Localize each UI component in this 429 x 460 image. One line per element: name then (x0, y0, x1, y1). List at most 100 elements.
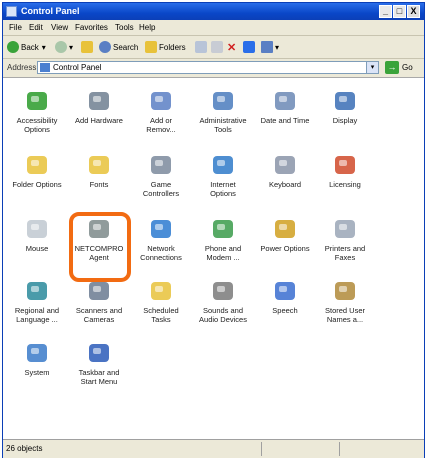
date-time-icon (272, 88, 298, 114)
item-label: Fonts (89, 180, 109, 189)
item-label: Power Options (260, 244, 310, 253)
back-arrow-icon (7, 41, 19, 53)
item-label: Licensing (329, 180, 361, 189)
toolbar: Back ▾ ▾ Search Folders ✕ ▾ (3, 36, 424, 59)
control-panel-item[interactable]: Printers and Faxes (315, 216, 375, 262)
folders-button[interactable]: Folders (145, 40, 186, 54)
back-button[interactable]: Back ▾ (7, 40, 46, 54)
control-panel-item[interactable]: System (7, 340, 67, 377)
copy-to-button[interactable] (211, 40, 225, 54)
control-panel-item[interactable]: Accessibility Options (7, 88, 67, 134)
control-panel-item[interactable]: Add Hardware (69, 88, 129, 125)
menu-tools[interactable]: Tools (115, 23, 134, 32)
undo-icon (243, 41, 255, 53)
control-panel-item[interactable]: Scanners and Cameras (69, 278, 129, 324)
control-panel-item[interactable]: Mouse (7, 216, 67, 253)
move-to-button[interactable] (195, 40, 209, 54)
control-panel-item[interactable]: Regional and Language ... (7, 278, 67, 324)
copy-to-icon (211, 41, 223, 53)
icon-view: Accessibility Options Add Hardware Add or … (3, 78, 424, 439)
address-dropdown-icon[interactable]: ▾ (366, 62, 378, 73)
item-label: Sounds and Audio Devices (199, 306, 247, 324)
item-label: Add or Remov... (146, 116, 176, 134)
address-field[interactable]: Control Panel ▾ (37, 61, 379, 74)
menu-bar: File Edit View Favorites Tools Help (3, 20, 424, 51)
fonts-icon (86, 152, 112, 178)
item-label: Keyboard (268, 180, 302, 189)
control-panel-item[interactable]: Scheduled Tasks (131, 278, 191, 324)
delete-icon: ✕ (227, 41, 237, 54)
item-label: Scanners and Cameras (75, 306, 123, 324)
system-icon (24, 340, 50, 366)
control-panel-item[interactable]: Phone and Modem ... (193, 216, 253, 262)
object-count: 26 objects (6, 444, 43, 453)
control-panel-item[interactable]: Internet Options (193, 152, 253, 198)
stored-user-names-icon (332, 278, 358, 304)
item-label: Speech (272, 306, 298, 315)
up-folder-icon (81, 41, 93, 53)
views-button[interactable]: ▾ (261, 40, 279, 54)
menu-view[interactable]: View (51, 23, 68, 32)
control-panel-item[interactable]: Display (315, 88, 375, 125)
move-to-icon (195, 41, 207, 53)
address-bar: Address Control Panel ▾ → Go (3, 59, 424, 78)
go-arrow-icon: → (385, 61, 399, 74)
search-label: Search (113, 42, 139, 52)
power-options-icon (272, 216, 298, 242)
minimize-button[interactable]: _ (379, 5, 392, 18)
control-panel-item[interactable]: Taskbar and Start Menu (69, 340, 129, 386)
item-label: System (24, 368, 50, 377)
menu-edit[interactable]: Edit (29, 23, 43, 32)
item-label: Mouse (25, 244, 49, 253)
back-dropdown-icon: ▾ (41, 42, 46, 52)
control-panel-item[interactable]: Stored User Names a... (315, 278, 375, 324)
control-panel-item[interactable]: Network Connections (131, 216, 191, 262)
menu-help[interactable]: Help (139, 23, 155, 32)
control-panel-item[interactable]: Speech (255, 278, 315, 315)
printers-faxes-icon (332, 216, 358, 242)
item-label: Accessibility Options (16, 116, 58, 134)
menu-file[interactable]: File (9, 23, 22, 32)
scheduled-tasks-icon (148, 278, 174, 304)
forward-dropdown-icon: ▾ (69, 42, 74, 52)
status-divider (261, 442, 262, 456)
control-panel-item[interactable]: Keyboard (255, 152, 315, 189)
control-panel-item[interactable]: Folder Options (7, 152, 67, 189)
highlight-box (69, 212, 131, 282)
delete-button[interactable]: ✕ (227, 40, 236, 54)
control-panel-item[interactable]: Sounds and Audio Devices (193, 278, 253, 324)
add-remove-programs-icon (148, 88, 174, 114)
item-label: Internet Options (210, 180, 236, 198)
search-icon (99, 41, 111, 53)
control-panel-item[interactable]: Add or Remov... (131, 88, 191, 134)
control-panel-folder-icon (40, 63, 50, 72)
close-button[interactable]: X (407, 5, 420, 18)
window-title: Control Panel (21, 6, 80, 16)
item-label: Scheduled Tasks (143, 306, 179, 324)
go-button[interactable]: → Go (385, 61, 413, 74)
control-panel-item[interactable]: Date and Time (255, 88, 315, 125)
forward-arrow-icon (55, 41, 67, 53)
control-panel-item[interactable]: Administrative Tools (193, 88, 253, 134)
item-label: Date and Time (260, 116, 310, 125)
control-panel-item[interactable]: Game Controllers (131, 152, 191, 198)
folders-icon (145, 41, 157, 53)
control-panel-window: Control Panel _ □ X File Edit View Favor… (2, 2, 425, 458)
internet-options-icon (210, 152, 236, 178)
undo-button[interactable] (243, 40, 257, 54)
status-bar: 26 objects (3, 439, 424, 458)
search-button[interactable]: Search (99, 40, 138, 54)
administrative-tools-icon (210, 88, 236, 114)
up-folder-button[interactable] (81, 40, 95, 54)
item-label: Display (332, 116, 358, 125)
display-icon (332, 88, 358, 114)
control-panel-item[interactable]: Licensing (315, 152, 375, 189)
mouse-icon (24, 216, 50, 242)
menu-favorites[interactable]: Favorites (75, 23, 108, 32)
back-label: Back (21, 42, 39, 52)
title-bar[interactable]: Control Panel _ □ X (3, 3, 424, 20)
control-panel-item[interactable]: Fonts (69, 152, 129, 189)
control-panel-item[interactable]: Power Options (255, 216, 315, 253)
maximize-button[interactable]: □ (393, 5, 406, 18)
forward-button[interactable]: ▾ (55, 40, 73, 54)
